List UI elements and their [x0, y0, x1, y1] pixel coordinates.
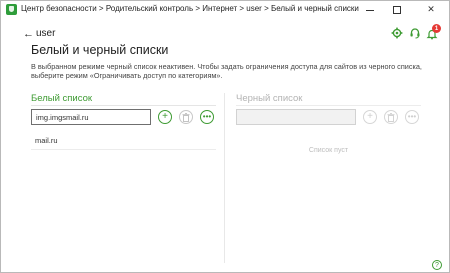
back-label: user — [36, 28, 56, 39]
blacklist-title: Черный список — [236, 93, 303, 104]
title-bar: Центр безопасности > Родительский контро… — [1, 1, 449, 18]
app-window: Центр безопасности > Родительский контро… — [0, 0, 450, 273]
whitelist-add-button[interactable]: + — [158, 110, 172, 124]
column-divider — [224, 93, 225, 263]
close-button[interactable]: ✕ — [419, 1, 443, 18]
blacklist-delete-button[interactable] — [384, 110, 398, 124]
page-description: В выбранном режиме черный список неактив… — [31, 62, 422, 80]
blacklist-empty-text: Список пуст — [308, 147, 349, 154]
back-arrow-icon: ← — [23, 27, 34, 40]
whitelist-input[interactable] — [31, 109, 151, 125]
plus-icon: + — [162, 111, 168, 122]
more-dots-icon: ••• — [407, 112, 417, 121]
support-headset-icon[interactable] — [409, 27, 421, 39]
whitelist-more-button[interactable]: ••• — [200, 110, 214, 124]
help-button[interactable]: ? — [432, 260, 442, 270]
app-shield-icon — [6, 4, 17, 15]
plus-icon: + — [367, 111, 373, 122]
blacklist-add-button[interactable]: + — [363, 110, 377, 124]
page-title: Белый и черный списки — [31, 43, 169, 57]
minimize-button[interactable] — [358, 1, 382, 18]
blacklist-more-button[interactable]: ••• — [405, 110, 419, 124]
whitelist-delete-button[interactable] — [179, 110, 193, 124]
window-title: Центр безопасности > Родительский контро… — [21, 4, 359, 13]
notification-badge: 1 — [432, 24, 441, 33]
back-link[interactable]: ← user — [23, 28, 55, 39]
question-icon: ? — [435, 261, 439, 269]
whitelist-title-divider — [31, 105, 216, 106]
maximize-button[interactable] — [385, 1, 409, 18]
more-dots-icon: ••• — [202, 112, 212, 121]
minimize-icon — [366, 10, 374, 11]
settings-gear-icon[interactable] — [391, 27, 403, 39]
whitelist-title: Белый список — [31, 93, 93, 104]
blacklist-title-divider — [236, 105, 421, 106]
list-separator — [31, 149, 216, 150]
maximize-icon — [393, 5, 401, 14]
trash-icon — [387, 112, 395, 122]
close-icon: ✕ — [427, 4, 435, 14]
whitelist-item[interactable]: mail.ru — [31, 136, 216, 150]
blacklist-input[interactable] — [236, 109, 356, 125]
trash-icon — [182, 112, 190, 122]
